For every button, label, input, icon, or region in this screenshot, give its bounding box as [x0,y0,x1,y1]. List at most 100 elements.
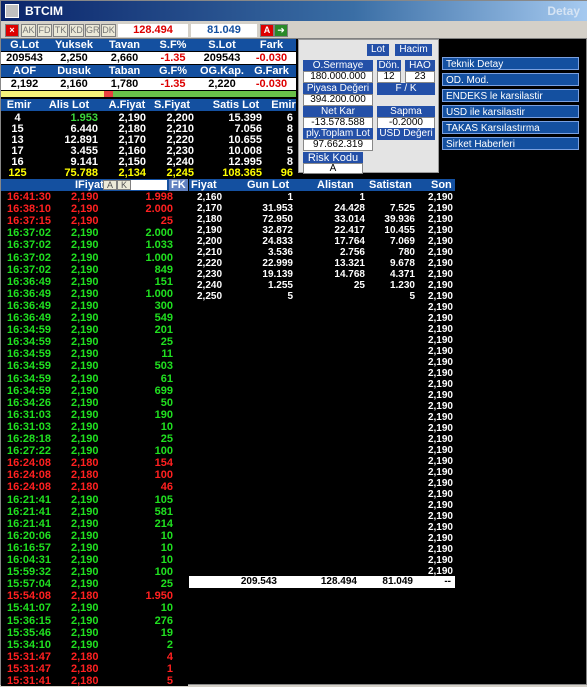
book-price: 2,230 [197,269,223,280]
depth-cell: 108.365 [222,167,262,179]
trade-price: 2,190 [71,275,99,288]
trade-lot: 2 [166,638,173,651]
depth-header-0: Emir [6,99,32,111]
trade-lot: 549 [154,312,173,324]
depth-header-3: S.Fiyat [153,99,191,111]
trade-time: 15:31:41 [7,675,52,687]
book-satistan: 1.230 [389,280,415,291]
trade-price: 2,190 [71,433,99,445]
book-son: 2,190 [427,203,453,214]
trade-sort-k[interactable]: K [117,180,131,190]
head2-cell-4: OG.Kap. [199,65,244,77]
link-4[interactable]: TAKAS Karsılastırma [442,121,579,134]
toolbar-button-ak[interactable]: AK [21,24,36,37]
depth-cell: 75.788 [64,167,98,179]
trade-price: 2,190 [71,445,99,458]
link-5[interactable]: Sirket Haberleri [442,137,579,150]
trade-time: 15:54:08 [7,590,52,603]
book-son: 2,190 [427,335,453,346]
trade-price: 2,190 [71,372,99,385]
trade-price: 2,190 [71,215,99,228]
trade-time: 16:34:59 [7,360,52,373]
head1-cell-1: Yuksek [55,39,93,51]
book-son: 2,190 [427,269,453,280]
trade-lot: 5 [166,675,173,687]
book-son: 2,190 [427,368,453,379]
trade-time: 16:34:59 [7,324,52,337]
book-satistan: 7.525 [389,203,415,214]
link-2[interactable]: ENDEKS le karsilastir [442,89,579,102]
book-son: 2,190 [427,500,453,511]
trade-time: 16:31:03 [7,420,52,433]
trade-time: 16:24:08 [7,457,52,470]
trade-sort-a[interactable]: A [103,180,117,190]
trade-time: 16:37:02 [7,239,52,252]
piyasa-value: 394.200.000 [303,94,373,106]
book-total-3: -- [444,576,451,587]
book-price: 2,170 [197,203,223,214]
depth-cell: 2,134 [118,167,146,179]
book-satistan: 10.455 [384,225,415,236]
toolbar-button-kd[interactable]: KD [69,24,84,37]
trade-filter-input[interactable] [131,180,167,190]
book-price: 2,180 [197,214,223,225]
close-icon[interactable]: × [5,24,19,37]
book-son: 2,190 [427,401,453,412]
book-gunlot: 5 [287,291,293,302]
book-gunlot: 72.950 [262,214,293,225]
trade-time: 16:04:31 [7,554,52,566]
book-alistan: 1 [359,192,365,203]
toolbar-button-fd[interactable]: FD [37,24,52,37]
trade-lot: 1.033 [145,239,173,252]
trade-price: 2,180 [71,675,99,687]
trade-price: 2,190 [71,578,99,591]
book-satistan: 9.678 [389,258,415,269]
book-alistan: 2.756 [339,247,365,258]
trade-price: 2,190 [71,554,99,566]
toolbar-button-gr[interactable]: GR [85,24,100,37]
trade-lot: 100 [154,469,173,482]
book-son: 2,190 [427,434,453,445]
trade-time: 16:21:41 [7,493,52,506]
trade-price: 2,190 [71,614,99,627]
link-0[interactable]: Teknik Detay [442,57,579,70]
row1-cell-0: 209543 [6,52,43,64]
trade-time: 16:37:15 [7,215,52,228]
trade-lot: 10 [160,554,173,566]
book-son: 2,190 [427,236,453,247]
book-son: 2,190 [427,379,453,390]
trade-time: 16:36:49 [7,312,52,324]
toolbar-value-2: 81.049 [191,24,257,37]
trade-price: 2,180 [71,481,99,494]
trade-lot: 25 [160,336,173,349]
book-price: 2,160 [197,192,223,203]
book-son: 2,190 [427,445,453,456]
trade-header-fk[interactable]: FK [169,179,188,191]
book-son: 2,190 [427,247,453,258]
book-son: 2,190 [427,291,453,302]
fk-label: F / K [377,83,435,95]
row2-cell-2: 1,780 [110,78,139,90]
trade-time: 16:16:57 [7,541,52,554]
trade-time: 16:34:59 [7,384,52,397]
lot-button[interactable]: Lot [367,44,389,56]
row2-cell-5: -0.030 [255,78,288,90]
toolbar-button-dk[interactable]: DK [101,24,116,37]
trade-lot: 190 [154,408,173,421]
row2-cell-1: 2,160 [60,78,88,90]
link-1[interactable]: OD. Mod. [442,73,579,86]
link-3[interactable]: USD ile karsilastir [442,105,579,118]
book-son: 2,190 [427,302,453,313]
ply-value: 97.662.319 [303,139,373,151]
trade-price: 2,190 [71,203,99,216]
risk-value: A [303,163,363,174]
arrow-right-icon[interactable]: ➜ [274,24,288,37]
book-son: 2,190 [427,324,453,335]
book-price: 2,210 [197,247,223,258]
hacim-button[interactable]: Hacim [395,44,432,56]
mode-button[interactable]: A [260,24,274,37]
head1-cell-2: Tavan [109,39,140,51]
trade-price: 2,190 [71,396,99,409]
toolbar-button-tk[interactable]: TK [53,24,68,37]
usd-button[interactable]: USD Değeri [377,128,435,140]
